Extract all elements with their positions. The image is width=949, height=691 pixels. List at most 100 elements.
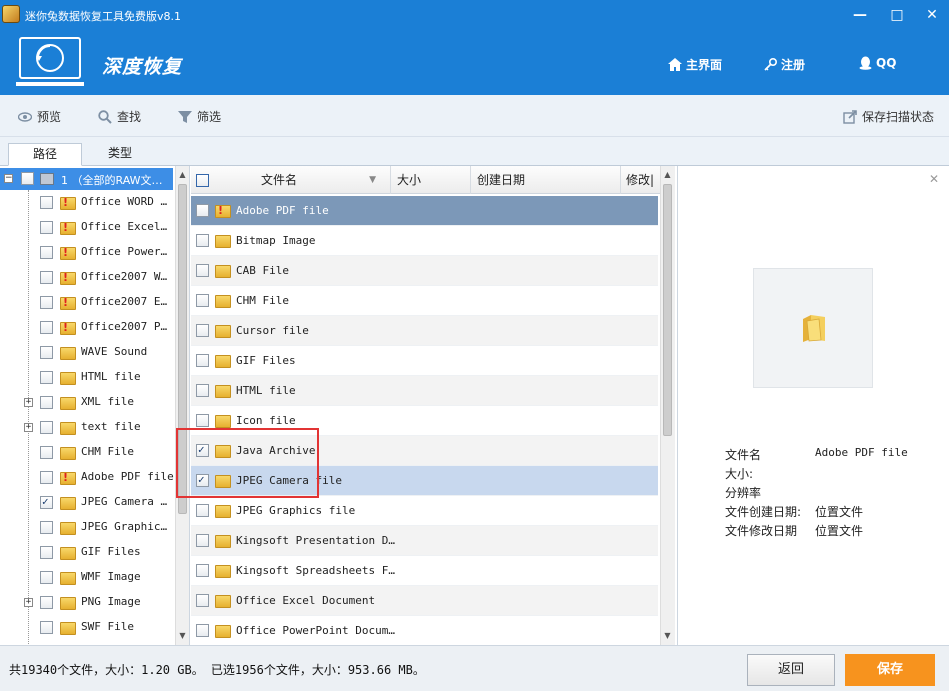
file-row[interactable]: Kingsoft Presentation D… bbox=[191, 526, 658, 556]
tree-item-checkbox[interactable] bbox=[40, 596, 53, 609]
tree-item[interactable]: CHM File bbox=[0, 440, 175, 465]
expand-icon[interactable]: + bbox=[24, 598, 33, 607]
save-button[interactable]: 保存 bbox=[845, 654, 935, 686]
list-scroll-up-icon[interactable]: ▲ bbox=[661, 168, 674, 182]
file-row[interactable]: CAB File bbox=[191, 256, 658, 286]
file-row[interactable]: Icon file bbox=[191, 406, 658, 436]
tree-item[interactable]: WMF Image bbox=[0, 565, 175, 590]
select-all-checkbox[interactable] bbox=[196, 174, 209, 187]
tree-item-checkbox[interactable] bbox=[40, 621, 53, 634]
tree-item[interactable]: Office2007 W… bbox=[0, 265, 175, 290]
file-row[interactable]: Office Excel Document bbox=[191, 586, 658, 616]
minimize-button[interactable]: — bbox=[851, 6, 869, 24]
tree-item[interactable]: Office Power… bbox=[0, 240, 175, 265]
column-created[interactable]: 创建日期 bbox=[471, 166, 621, 194]
tree-item-checkbox[interactable] bbox=[40, 421, 53, 434]
maximize-button[interactable]: □ bbox=[888, 6, 906, 24]
file-row[interactable]: Bitmap Image bbox=[191, 226, 658, 256]
scroll-up-icon[interactable]: ▲ bbox=[176, 168, 189, 182]
file-row-checkbox[interactable] bbox=[196, 504, 209, 517]
tree-item[interactable]: SWF File bbox=[0, 615, 175, 640]
tree-item[interactable]: WAVE Sound bbox=[0, 340, 175, 365]
file-row-checkbox[interactable] bbox=[196, 354, 209, 367]
list-scroll-down-icon[interactable]: ▼ bbox=[661, 629, 674, 643]
tree-item[interactable]: Office2007 E… bbox=[0, 290, 175, 315]
file-row[interactable]: Cursor file bbox=[191, 316, 658, 346]
file-row[interactable]: JPEG Camera file bbox=[191, 466, 658, 496]
file-row-checkbox[interactable] bbox=[196, 414, 209, 427]
tree-item-checkbox[interactable] bbox=[40, 471, 53, 484]
tree-item-checkbox[interactable] bbox=[40, 271, 53, 284]
file-row-checkbox[interactable] bbox=[196, 624, 209, 637]
column-filename[interactable]: 文件名 ▼ bbox=[215, 166, 391, 194]
tree-item-checkbox[interactable] bbox=[40, 495, 53, 509]
tab-path[interactable]: 路径 bbox=[8, 143, 82, 166]
tree-item[interactable]: JPEG Graphic… bbox=[0, 515, 175, 540]
file-row-checkbox[interactable] bbox=[196, 534, 209, 547]
tree-item-checkbox[interactable] bbox=[40, 521, 53, 534]
tree-item[interactable]: HTML file bbox=[0, 365, 175, 390]
tree-scrollbar[interactable]: ▲ ▼ bbox=[175, 166, 189, 645]
tree-item-checkbox[interactable] bbox=[40, 371, 53, 384]
search-button[interactable]: 查找 bbox=[98, 108, 141, 125]
tab-type[interactable]: 类型 bbox=[84, 143, 156, 166]
tree-item-checkbox[interactable] bbox=[40, 196, 53, 209]
scroll-down-icon[interactable]: ▼ bbox=[176, 629, 189, 643]
tree-root[interactable]: − 1 （全部的RAW文… bbox=[0, 168, 173, 190]
tree-item[interactable]: + XML file bbox=[0, 390, 175, 415]
preview-button[interactable]: 预览 bbox=[18, 108, 61, 125]
close-button[interactable]: ✕ bbox=[923, 6, 941, 24]
tree-root-checkbox[interactable] bbox=[21, 172, 34, 185]
tree-item[interactable]: Office2007 P… bbox=[0, 315, 175, 340]
tree-scroll-thumb[interactable] bbox=[178, 184, 187, 514]
file-row-checkbox[interactable] bbox=[196, 384, 209, 397]
list-scroll-thumb[interactable] bbox=[663, 184, 672, 436]
list-scrollbar[interactable]: ▲ ▼ bbox=[660, 166, 675, 645]
file-row-checkbox[interactable] bbox=[196, 234, 209, 247]
tree-item[interactable]: Adobe PDF file bbox=[0, 465, 175, 490]
tree-item-checkbox[interactable] bbox=[40, 221, 53, 234]
collapse-icon[interactable]: − bbox=[4, 174, 13, 183]
column-modified[interactable]: 修改| bbox=[621, 166, 661, 194]
file-row-checkbox[interactable] bbox=[196, 264, 209, 277]
file-row[interactable]: JPEG Graphics file bbox=[191, 496, 658, 526]
file-row[interactable]: CHM File bbox=[191, 286, 658, 316]
tree-item-checkbox[interactable] bbox=[40, 396, 53, 409]
nav-home[interactable]: 主界面 bbox=[668, 56, 722, 73]
preview-close-icon[interactable]: ✕ bbox=[929, 172, 939, 186]
tree-item-checkbox[interactable] bbox=[40, 571, 53, 584]
filter-button[interactable]: 筛选 bbox=[178, 108, 221, 125]
file-row-checkbox[interactable] bbox=[196, 594, 209, 607]
file-row[interactable]: HTML file bbox=[191, 376, 658, 406]
tree-item[interactable]: GIF Files bbox=[0, 540, 175, 565]
file-row[interactable]: Java Archive bbox=[191, 436, 658, 466]
tree-item[interactable]: Office WORD … bbox=[0, 190, 175, 215]
file-row-checkbox[interactable] bbox=[196, 324, 209, 337]
file-row-checkbox[interactable] bbox=[196, 204, 209, 217]
tree-item[interactable]: JPEG Camera … bbox=[0, 490, 175, 515]
tree-item-checkbox[interactable] bbox=[40, 446, 53, 459]
tree-item-checkbox[interactable] bbox=[40, 546, 53, 559]
nav-qq[interactable]: QQ bbox=[859, 56, 896, 70]
file-row-checkbox[interactable] bbox=[196, 564, 209, 577]
file-row-checkbox[interactable] bbox=[196, 294, 209, 307]
file-row-checkbox[interactable] bbox=[196, 443, 209, 457]
column-size[interactable]: 大小 bbox=[391, 166, 471, 194]
file-row[interactable]: Kingsoft Spreadsheets F… bbox=[191, 556, 658, 586]
nav-register[interactable]: 注册 bbox=[764, 56, 805, 73]
tree-item-checkbox[interactable] bbox=[40, 346, 53, 359]
tree-item-checkbox[interactable] bbox=[40, 321, 53, 334]
tree-item-checkbox[interactable] bbox=[40, 296, 53, 309]
back-button[interactable]: 返回 bbox=[747, 654, 835, 686]
expand-icon[interactable]: + bbox=[24, 423, 33, 432]
file-row[interactable]: GIF Files bbox=[191, 346, 658, 376]
tree-item[interactable]: + PNG Image bbox=[0, 590, 175, 615]
file-row[interactable]: Adobe PDF file bbox=[191, 196, 658, 226]
file-row-checkbox[interactable] bbox=[196, 473, 209, 487]
tree-item[interactable]: Office Excel… bbox=[0, 215, 175, 240]
file-row[interactable]: Office PowerPoint Docum… bbox=[191, 616, 658, 645]
save-scan-state-button[interactable]: 保存扫描状态 bbox=[843, 108, 934, 125]
tree-item[interactable]: + text file bbox=[0, 415, 175, 440]
tree-item-checkbox[interactable] bbox=[40, 246, 53, 259]
expand-icon[interactable]: + bbox=[24, 398, 33, 407]
